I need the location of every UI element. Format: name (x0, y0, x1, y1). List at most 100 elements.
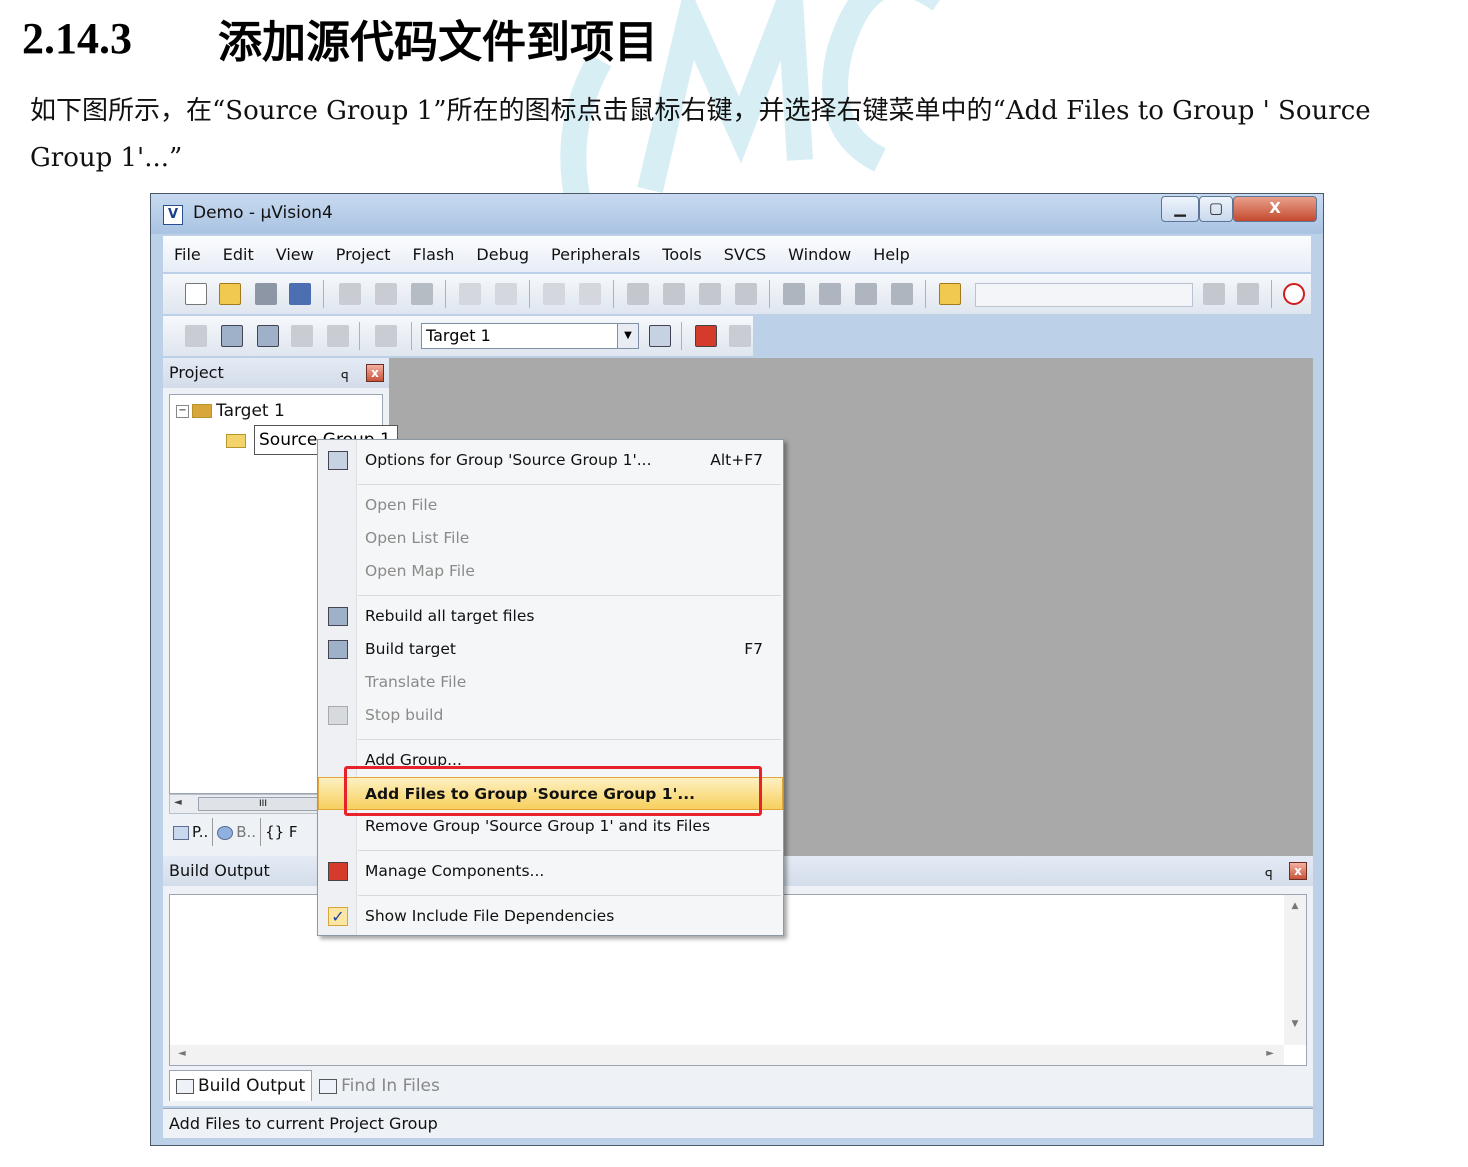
copy-icon[interactable] (375, 283, 397, 305)
menu-tools[interactable]: Tools (651, 236, 712, 274)
unindent-icon[interactable] (819, 283, 841, 305)
pin-icon[interactable]: ꟼ (1265, 862, 1273, 892)
collapse-icon[interactable]: − (176, 404, 189, 418)
target-options-icon[interactable] (649, 325, 671, 347)
scroll-left-icon[interactable]: ◄ (174, 797, 182, 808)
target-folder-icon (192, 404, 212, 418)
scroll-left-icon[interactable]: ◄ (178, 1048, 186, 1059)
close-pane-icon[interactable]: x (1289, 862, 1307, 880)
tab-project[interactable]: P.. (169, 818, 214, 846)
highlight-annotation-box (344, 766, 762, 816)
toolbar-separator (359, 322, 360, 350)
tab-build-output-label: Build Output (198, 1076, 306, 1096)
menu-item-translate-file[interactable]: Translate File (318, 666, 783, 699)
tab-books[interactable]: B.. (213, 818, 262, 846)
menu-debug[interactable]: Debug (465, 236, 540, 274)
target-select[interactable]: Target 1 ▼ (421, 323, 639, 349)
menu-file[interactable]: File (163, 236, 212, 274)
scroll-thumb[interactable]: III (198, 797, 328, 811)
tree-node-source-group[interactable] (226, 431, 250, 451)
toolbar-separator (411, 322, 412, 350)
scroll-up-icon[interactable]: ▲ (1284, 901, 1306, 911)
menu-project[interactable]: Project (325, 236, 402, 274)
stop-build-icon[interactable] (327, 325, 349, 347)
pin-icon[interactable]: ꟼ (341, 364, 349, 394)
new-file-icon[interactable] (185, 283, 207, 305)
rebuild-icon[interactable] (257, 325, 279, 347)
tab-books-label: B.. (236, 823, 257, 841)
find-combo[interactable] (975, 283, 1193, 307)
save-all-icon[interactable] (289, 283, 311, 305)
menu-flash[interactable]: Flash (401, 236, 465, 274)
indent-icon[interactable] (783, 283, 805, 305)
tab-functions[interactable]: {} F (261, 818, 301, 846)
open-file-icon[interactable] (219, 283, 241, 305)
batch-build-icon[interactable] (291, 325, 313, 347)
menu-item-manage-components[interactable]: Manage Components... (318, 855, 783, 888)
scroll-down-icon[interactable]: ▼ (1284, 1019, 1306, 1029)
tree-node-target[interactable]: − Target 1 (176, 401, 285, 421)
menu-item-open-map-file[interactable]: Open Map File (318, 555, 783, 588)
uncomment-icon[interactable] (891, 283, 913, 305)
maximize-button[interactable]: ▢ (1199, 196, 1233, 222)
close-pane-icon[interactable]: x (366, 364, 384, 382)
menu-item-label: Build target (365, 640, 456, 658)
redo-icon[interactable] (495, 283, 517, 305)
minimize-button[interactable]: ▁ (1161, 196, 1199, 222)
incremental-find-icon[interactable] (1237, 283, 1259, 305)
books-tab-icon (217, 825, 234, 840)
navigate-back-icon[interactable] (543, 283, 565, 305)
tab-build-output[interactable]: Build Output (169, 1070, 313, 1101)
download-icon[interactable] (375, 325, 397, 347)
target-select-value: Target 1 (426, 326, 491, 345)
vertical-scrollbar[interactable]: ▲ ▼ (1284, 895, 1306, 1045)
menu-peripherals[interactable]: Peripherals (540, 236, 651, 274)
translate-icon[interactable] (185, 325, 207, 347)
manage-components-icon[interactable] (695, 325, 717, 347)
menu-edit[interactable]: Edit (212, 236, 265, 274)
menu-svcs[interactable]: SVCS (713, 236, 777, 274)
menu-item-shortcut: F7 (744, 640, 763, 658)
tab-find-in-files[interactable]: Find In Files (312, 1070, 447, 1101)
status-bar: Add Files to current Project Group (163, 1108, 1313, 1138)
menu-item-show-include-deps[interactable]: ✓ Show Include File Dependencies (318, 900, 783, 933)
menu-item-build-target[interactable]: Build target F7 (318, 633, 783, 666)
menu-item-stop-build[interactable]: Stop build (318, 699, 783, 732)
bookmark-next-icon[interactable] (699, 283, 721, 305)
find-in-files-icon[interactable] (939, 283, 961, 305)
menu-separator (358, 850, 781, 851)
select-packet-icon[interactable] (729, 325, 751, 347)
save-icon[interactable] (255, 283, 277, 305)
scroll-right-icon[interactable]: ► (1266, 1048, 1274, 1059)
bookmark-prev-icon[interactable] (663, 283, 685, 305)
toolbar-separator (529, 280, 530, 308)
menu-view[interactable]: View (265, 236, 325, 274)
project-pane-title: Project ꟼ x (163, 358, 389, 388)
menu-item-open-file[interactable]: Open File (318, 489, 783, 522)
build-icon (328, 640, 348, 659)
build-pane-label: Build Output (169, 861, 270, 880)
build-icon[interactable] (221, 325, 243, 347)
menu-item-rebuild-all[interactable]: Rebuild all target files (318, 600, 783, 633)
debug-session-icon[interactable] (1283, 283, 1305, 305)
close-button[interactable]: X (1233, 196, 1317, 222)
undo-icon[interactable] (459, 283, 481, 305)
checkmark-icon: ✓ (328, 907, 348, 926)
menu-separator (358, 595, 781, 596)
menu-item-options-for-group[interactable]: Options for Group 'Source Group 1'... Al… (318, 444, 783, 477)
paste-icon[interactable] (411, 283, 433, 305)
menu-item-label: Open Map File (365, 562, 475, 580)
project-tabs: P.. B.. {} F (169, 818, 302, 848)
bookmark-clear-icon[interactable] (735, 283, 757, 305)
bookmark-icon[interactable] (627, 283, 649, 305)
navigate-forward-icon[interactable] (579, 283, 601, 305)
find-icon[interactable] (1203, 283, 1225, 305)
menu-window[interactable]: Window (777, 236, 862, 274)
cut-icon[interactable] (339, 283, 361, 305)
chevron-down-icon[interactable]: ▼ (617, 324, 638, 348)
menu-item-label: Stop build (365, 706, 444, 724)
horizontal-scrollbar[interactable]: ◄ ► (170, 1045, 1284, 1065)
menu-item-open-list-file[interactable]: Open List File (318, 522, 783, 555)
comment-icon[interactable] (855, 283, 877, 305)
menu-help[interactable]: Help (862, 236, 920, 274)
